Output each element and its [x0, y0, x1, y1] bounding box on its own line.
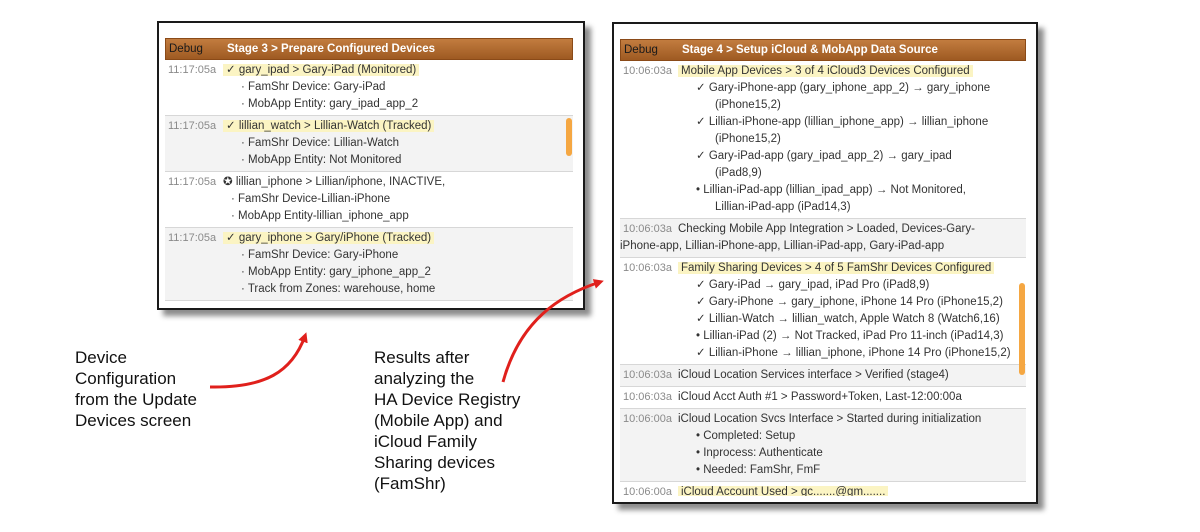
callout-arrows — [209, 279, 604, 389]
arrow-to-stage4 — [501, 279, 604, 383]
arrow-to-stage3 — [209, 332, 308, 389]
